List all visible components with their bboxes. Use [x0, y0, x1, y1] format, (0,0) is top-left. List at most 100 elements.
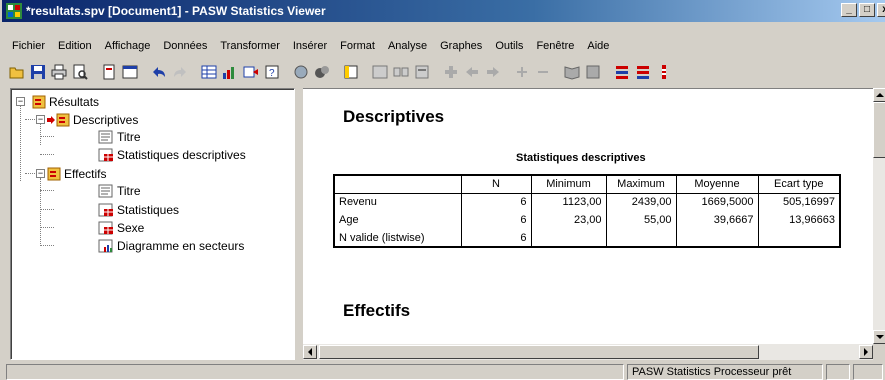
status-cell	[826, 364, 850, 380]
expand-toggle[interactable]: −	[36, 115, 45, 124]
menu-donnees[interactable]: Données	[159, 40, 216, 52]
table-doc-icon	[98, 203, 113, 216]
table-header-row: N Minimum Maximum Moyenne Ecart type	[333, 174, 841, 194]
menu-analyse[interactable]: Analyse	[384, 40, 436, 52]
open-button[interactable]	[7, 62, 27, 82]
goto-variable-button[interactable]	[241, 62, 261, 82]
close-button[interactable]: x	[877, 3, 885, 17]
insert-title-button[interactable]	[412, 62, 432, 82]
weight-button[interactable]	[654, 62, 674, 82]
forward-button[interactable]	[483, 62, 503, 82]
tree-node-label: Descriptives	[73, 112, 139, 127]
designate-window-icon	[372, 65, 388, 79]
value-labels-icon	[315, 66, 329, 78]
table-cell: 505,16997	[757, 193, 841, 211]
tree-node-effectifs[interactable]: Effectifs	[47, 165, 106, 182]
variables-icon: ?	[265, 65, 279, 79]
table-row: N valide (listwise) 6	[333, 229, 841, 248]
collapse-icon	[538, 71, 548, 73]
goto-case-button[interactable]	[220, 62, 240, 82]
go-to-output-button[interactable]	[633, 62, 653, 82]
horizontal-scrollbar[interactable]	[303, 344, 873, 360]
descriptives-table[interactable]: N Minimum Maximum Moyenne Ecart type Rev…	[333, 174, 841, 248]
promote-button[interactable]	[441, 62, 461, 82]
scroll-right-button[interactable]	[859, 345, 873, 359]
pane-splitter[interactable]	[295, 88, 303, 360]
export-button[interactable]	[99, 62, 119, 82]
scroll-up-button[interactable]	[873, 88, 885, 102]
tree-node-titre[interactable]: Titre	[98, 182, 141, 199]
menu-graphes[interactable]: Graphes	[436, 40, 491, 52]
split-file-icon	[344, 65, 358, 79]
scroll-left-button[interactable]	[303, 345, 317, 359]
output-viewer[interactable]: Descriptives Statistiques descriptives N…	[303, 88, 873, 344]
menu-affichage[interactable]: Affichage	[101, 40, 160, 52]
expand-toggle[interactable]: −	[16, 97, 25, 106]
expand-toggle[interactable]: −	[36, 169, 45, 178]
back-icon	[466, 67, 478, 77]
print-button[interactable]	[49, 62, 69, 82]
back-button[interactable]	[462, 62, 482, 82]
save-button[interactable]	[28, 62, 48, 82]
tree-node-stats-descriptives[interactable]: Statistiques descriptives	[98, 146, 246, 163]
insert-heading-icon	[393, 67, 409, 77]
title-bar[interactable]: *resultats.spv [Document1] - PASW Statis…	[2, 0, 885, 22]
tree-node-statistiques[interactable]: Statistiques	[98, 201, 179, 218]
designate-window-button[interactable]	[370, 62, 390, 82]
outline-pane[interactable]: − Résultats − Descriptives Titre Statist…	[10, 88, 295, 360]
undo-button[interactable]	[149, 62, 169, 82]
heading-descriptives[interactable]: Descriptives	[343, 107, 444, 127]
tree-node-results[interactable]: Résultats	[32, 93, 99, 110]
menu-inserer[interactable]: Insérer	[289, 40, 336, 52]
pivot-button[interactable]	[612, 62, 632, 82]
column-header: Ecart type	[757, 174, 841, 194]
forward-icon	[487, 67, 499, 77]
insert-heading-button[interactable]	[391, 62, 411, 82]
vertical-scroll-thumb[interactable]	[873, 102, 885, 158]
recall-dialog-icon	[122, 65, 138, 79]
hide-button[interactable]	[583, 62, 603, 82]
show-button[interactable]	[562, 62, 582, 82]
select-cases-button[interactable]	[291, 62, 311, 82]
goto-data-button[interactable]	[199, 62, 219, 82]
insert-title-icon	[415, 65, 429, 79]
menu-format[interactable]: Format	[336, 40, 384, 52]
hide-icon	[586, 65, 600, 79]
window: *resultats.spv [Document1] - PASW Statis…	[0, 0, 885, 380]
value-labels-button[interactable]	[312, 62, 332, 82]
menu-fenetre[interactable]: Fenêtre	[532, 40, 583, 52]
tree-line	[40, 136, 54, 137]
redo-button[interactable]	[170, 62, 190, 82]
select-cases-icon	[294, 65, 308, 79]
menu-transformer[interactable]: Transformer	[216, 40, 289, 52]
table-cell	[675, 229, 759, 248]
variables-button[interactable]: ?	[262, 62, 282, 82]
horizontal-scroll-thumb[interactable]	[319, 345, 759, 359]
tree-node-descriptives[interactable]: Descriptives	[47, 111, 138, 128]
expand-button[interactable]	[512, 62, 532, 82]
minimize-button[interactable]: _	[841, 3, 857, 17]
menu-outils[interactable]: Outils	[491, 40, 532, 52]
maximize-button[interactable]: □	[859, 3, 875, 17]
table-row: Revenu 6 1123,00 2439,00 1669,5000 505,1…	[333, 193, 841, 211]
scroll-down-button[interactable]	[873, 330, 885, 344]
split-file-button[interactable]	[341, 62, 361, 82]
tree-node-diagramme[interactable]: Diagramme en secteurs	[98, 237, 244, 254]
goto-case-icon	[223, 67, 234, 79]
book-icon	[32, 95, 46, 108]
table-cell: 6	[460, 229, 532, 248]
print-preview-button[interactable]	[70, 62, 90, 82]
app-icon	[6, 3, 22, 19]
menu-aide[interactable]: Aide	[583, 40, 618, 52]
vertical-scrollbar[interactable]	[873, 88, 885, 344]
open-icon	[9, 67, 24, 79]
tree-node-titre[interactable]: Titre	[98, 128, 141, 145]
heading-effectifs[interactable]: Effectifs	[343, 301, 410, 321]
go-to-output-icon	[637, 66, 649, 79]
row-label: Revenu	[333, 193, 462, 211]
menu-edition[interactable]: Edition	[54, 40, 101, 52]
tree-node-sexe[interactable]: Sexe	[98, 219, 144, 236]
collapse-button[interactable]	[533, 62, 553, 82]
menu-fichier[interactable]: Fichier	[8, 40, 54, 52]
recall-dialog-button[interactable]	[120, 62, 140, 82]
